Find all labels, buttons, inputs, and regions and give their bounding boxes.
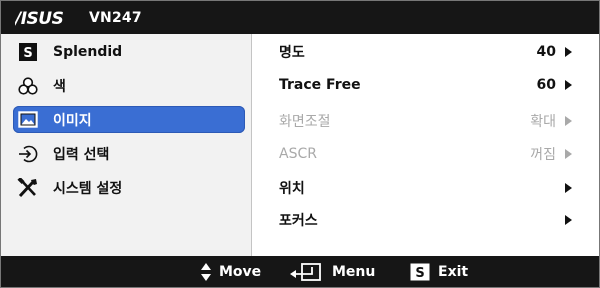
arrow-right-icon — [565, 183, 573, 193]
setting-label: 화면조절 — [279, 114, 331, 130]
setting-label: 명도 — [279, 45, 305, 61]
arrow-right-icon — [565, 116, 573, 126]
setting-row-aspect-control: 화면조절 확대 — [279, 110, 573, 132]
setting-label: 포커스 — [279, 213, 318, 229]
settings-panel: 명도 40 Trace Free 60 화면조절 확대 ASCR 꺼짐 위치 포… — [253, 34, 599, 256]
sidebar-item-label: 입력 선택 — [53, 146, 110, 163]
sidebar-item-label: 이미지 — [53, 112, 92, 129]
footer-move-label: Move — [219, 263, 262, 280]
setting-row-ascr: ASCR 꺼짐 — [279, 143, 573, 165]
setting-value: 60 — [536, 77, 556, 93]
setting-value: 40 — [536, 44, 556, 60]
arrow-right-icon — [565, 215, 573, 225]
up-down-arrows-icon — [201, 262, 211, 282]
footer-exit[interactable]: S Exit — [410, 256, 468, 287]
color-icon — [17, 75, 39, 97]
sidebar-item-color[interactable]: 색 — [13, 72, 245, 99]
setting-row-brightness[interactable]: 명도 40 — [279, 41, 573, 63]
sidebar-item-label: Splendid — [53, 43, 123, 60]
setting-row-position[interactable]: 위치 — [279, 177, 573, 199]
footer-menu[interactable]: Menu — [290, 256, 375, 287]
setting-value: 꺼짐 — [530, 147, 556, 163]
sidebar-item-system-setup[interactable]: 시스템 설정 — [13, 174, 245, 201]
title-bar: /ISUS VN247 — [1, 1, 599, 34]
sidebar-item-label: 색 — [53, 78, 66, 95]
enter-icon — [290, 262, 324, 282]
setting-row-focus[interactable]: 포커스 — [279, 209, 573, 231]
image-icon — [17, 109, 39, 131]
setting-label: Trace Free — [279, 77, 361, 93]
arrow-right-icon — [565, 47, 573, 57]
tools-icon — [17, 177, 39, 199]
arrow-right-icon — [565, 80, 573, 90]
osd-menu: /ISUS VN247 S Splendid 색 이미지 입력 선택 시스템 설… — [0, 0, 600, 288]
setting-value: 확대 — [530, 114, 556, 130]
sidebar-item-splendid[interactable]: S Splendid — [13, 38, 245, 65]
setting-label: 위치 — [279, 181, 305, 197]
input-select-icon — [17, 143, 39, 165]
sidebar-item-label: 시스템 설정 — [53, 180, 123, 197]
setting-row-trace-free[interactable]: Trace Free 60 — [279, 74, 573, 96]
footer-exit-label: Exit — [438, 263, 469, 280]
splendid-s-icon: S — [410, 263, 430, 281]
splendid-s-icon: S — [17, 41, 39, 63]
asus-logo: /ISUS — [15, 9, 64, 27]
svg-text:S: S — [415, 266, 424, 281]
sidebar: S Splendid 색 이미지 입력 선택 시스템 설정 — [1, 34, 252, 256]
model-name: VN247 — [89, 9, 142, 26]
setting-label: ASCR — [279, 146, 317, 162]
arrow-right-icon — [565, 149, 573, 159]
footer-menu-label: Menu — [332, 263, 376, 280]
sidebar-item-input-select[interactable]: 입력 선택 — [13, 140, 245, 167]
footer-bar: Move Menu S Exit — [1, 256, 599, 287]
brand: /ISUS VN247 — [15, 9, 142, 27]
footer-move[interactable]: Move — [201, 256, 261, 287]
sidebar-item-image[interactable]: 이미지 — [13, 106, 245, 133]
svg-text:S: S — [23, 46, 32, 61]
svg-text:/ISUS: /ISUS — [15, 9, 64, 27]
